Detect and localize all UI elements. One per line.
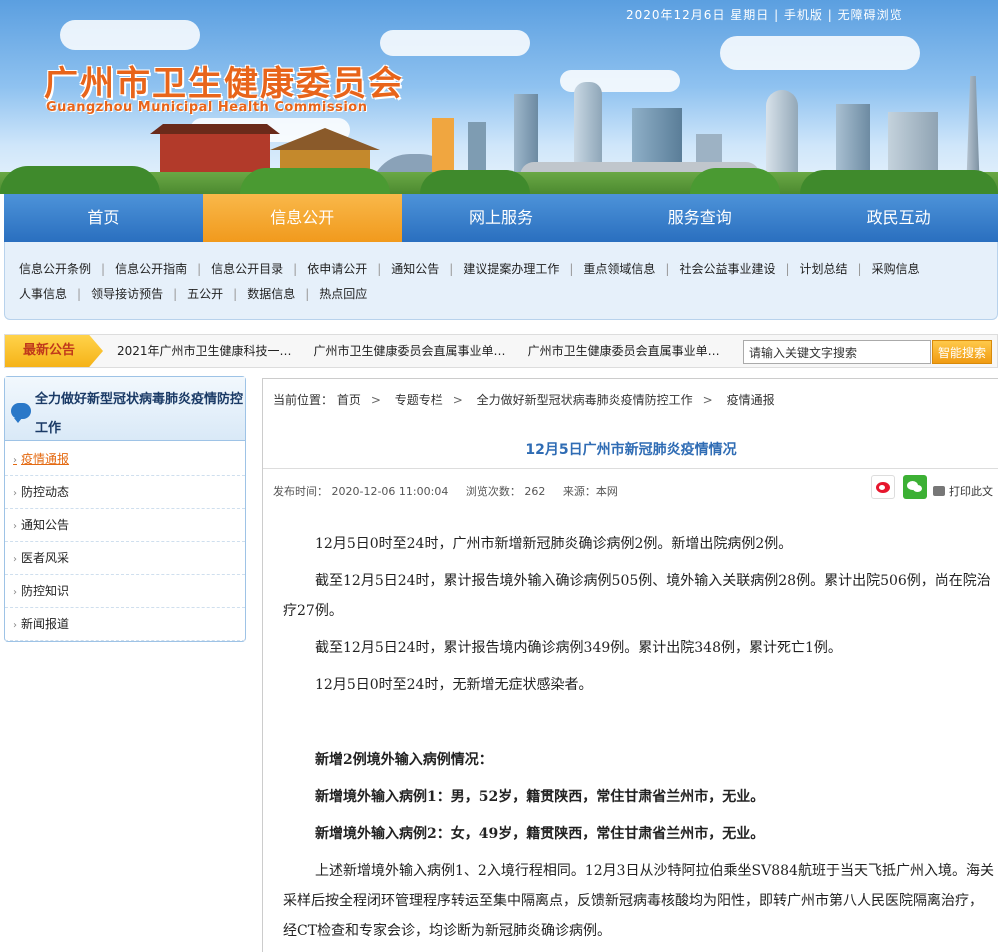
- sidebar-header: 全力做好新型冠状病毒肺炎疫情防控工作: [5, 377, 245, 441]
- article-paragraph: 新增2例境外输入病例情况：: [315, 752, 493, 768]
- subnav-link[interactable]: 计划总结: [800, 260, 848, 277]
- article-body: 12月5日0时至24时，广州市新增新冠肺炎确诊病例2例。新增出院病例2例。截至1…: [283, 529, 995, 952]
- subnav-link[interactable]: 数据信息: [247, 285, 295, 302]
- breadcrumb-link[interactable]: 专题专栏: [395, 393, 443, 407]
- page: { "header": { "date_text": "2020年12月6日 星…: [0, 0, 998, 952]
- cloud: [380, 30, 530, 56]
- view-count: 浏览次数： 262: [465, 485, 546, 498]
- search-button[interactable]: 智能搜索: [932, 340, 992, 364]
- cloud: [60, 20, 200, 50]
- article-title: 12月5日广州市新冠肺炎疫情情况: [525, 442, 737, 458]
- sidebar-item-news[interactable]: › 新闻报道: [5, 608, 245, 641]
- subnav-link[interactable]: 信息公开条例: [19, 260, 91, 277]
- sidebar-title: 全力做好新型冠状病毒肺炎疫情防控工作: [35, 392, 244, 436]
- breadcrumb-prefix: 当前位置：: [273, 393, 334, 407]
- chevron-right-icon: ›: [13, 620, 17, 631]
- sidebar-item-label: 通知公告: [21, 518, 70, 532]
- article-paragraph: 上述新增境外输入病例1、2入境行程相同。12月3日从沙特阿拉伯乘坐SV884航班…: [283, 863, 994, 939]
- subnav-row-2: 人事信息 | 领导接访预告 | 五公开 | 数据信息 | 热点回应: [19, 285, 368, 302]
- nav-info-public[interactable]: 信息公开: [202, 194, 402, 242]
- breadcrumb: 当前位置： 首页 > 专题专栏 > 全力做好新型冠状病毒肺炎疫情防控工作 > 疫情通报: [273, 393, 775, 407]
- chevron-right-icon: ›: [13, 521, 17, 532]
- breadcrumb-link[interactable]: 全力做好新型冠状病毒肺炎疫情防控工作: [477, 393, 693, 407]
- breadcrumb-link[interactable]: 首页: [337, 393, 361, 407]
- subnav-link[interactable]: 重点领域信息: [583, 260, 655, 277]
- sidebar-item-label: 新闻报道: [21, 617, 70, 631]
- city-skyline: [0, 74, 998, 194]
- sidebar-item-notices[interactable]: › 通知公告: [5, 509, 245, 542]
- sidebar-item-doctors[interactable]: › 医者风采: [5, 542, 245, 575]
- main-content: 当前位置： 首页 > 专题专栏 > 全力做好新型冠状病毒肺炎疫情防控工作 > 疫情通报…: [262, 378, 998, 952]
- subnav-link[interactable]: 人事信息: [19, 285, 67, 302]
- article-meta: 发布时间： 2020-12-06 11:00:04 浏览次数： 262 来源：本…: [273, 483, 632, 499]
- article-paragraph: 12月5日0时至24时，无新增无症状感染者。: [315, 677, 593, 693]
- chat-bubble-icon: [11, 403, 31, 423]
- search-input[interactable]: [743, 340, 931, 364]
- article-source: 来源：本网: [562, 485, 618, 498]
- notice-bar: 最新公告 2021年广州市卫生健康科技一… 广州市卫生健康委员会直属事业单… 广…: [4, 334, 998, 368]
- chevron-right-icon: ›: [13, 554, 17, 565]
- main-nav: 首页 信息公开 网上服务 服务查询 政民互动: [4, 194, 998, 242]
- nav-interaction[interactable]: 政民互动: [799, 194, 998, 242]
- sub-nav: 信息公开条例 | 信息公开指南 | 信息公开目录 | 依申请公开 | 通知公告 | 建议提…: [4, 242, 998, 320]
- subnav-link[interactable]: 建议提案办理工作: [463, 260, 559, 277]
- nav-online-service[interactable]: 网上服务: [402, 194, 601, 242]
- sidebar-item-label: 防控知识: [21, 584, 70, 598]
- notice-tag: 最新公告: [5, 335, 103, 367]
- subnav-link[interactable]: 热点回应: [319, 285, 367, 302]
- sidebar-item-epidemic-report[interactable]: › 疫情通报: [5, 443, 245, 476]
- subnav-link[interactable]: 社会公益事业建设: [679, 260, 775, 277]
- article-paragraph: 新增境外输入病例2：女，49岁，籍贯陕西，常住甘肃省兰州市，无业。: [315, 826, 765, 842]
- notice-item[interactable]: 2021年广州市卫生健康科技一…: [117, 335, 292, 367]
- header-banner: 2020年12月6日 星期日 | 手机版 | 无障碍浏览 广州市卫生健康委员会 …: [0, 0, 998, 194]
- printer-icon: [933, 486, 945, 496]
- cloud: [720, 36, 920, 70]
- subnav-link[interactable]: 五公开: [187, 285, 223, 302]
- print-label: 打印此文: [949, 485, 993, 498]
- sidebar-item-label: 疫情通报: [21, 452, 70, 466]
- article-paragraph: 新增境外输入病例1：男，52岁，籍贯陕西，常住甘肃省兰州市，无业。: [315, 789, 765, 805]
- subnav-row-1: 信息公开条例 | 信息公开指南 | 信息公开目录 | 依申请公开 | 通知公告 | 建议提…: [19, 260, 920, 277]
- article-paragraph: 12月5日0时至24时，广州市新增新冠肺炎确诊病例2例。新增出院病例2例。: [315, 536, 793, 552]
- nav-home[interactable]: 首页: [4, 194, 203, 242]
- header-date-links[interactable]: 2020年12月6日 星期日 | 手机版 | 无障碍浏览: [626, 6, 903, 23]
- print-button[interactable]: 打印此文: [933, 483, 993, 499]
- chevron-right-icon: ›: [13, 488, 17, 499]
- notice-item[interactable]: 广州市卫生健康委员会直属事业单…: [314, 335, 506, 367]
- notice-list: 2021年广州市卫生健康科技一… 广州市卫生健康委员会直属事业单… 广州市卫生健…: [117, 335, 742, 367]
- sidebar-item-label: 医者风采: [21, 551, 70, 565]
- weibo-share-icon[interactable]: [871, 475, 895, 499]
- breadcrumb-link[interactable]: 疫情通报: [727, 393, 775, 407]
- sidebar: 全力做好新型冠状病毒肺炎疫情防控工作 › 疫情通报 › 防控动态 › 通知公告 › 医者…: [4, 376, 246, 642]
- subnav-link[interactable]: 依申请公开: [307, 260, 367, 277]
- subnav-link[interactable]: 通知公告: [391, 260, 439, 277]
- article-paragraph: 截至12月5日24时，累计报告境内确诊病例349例。累计出院348例，累计死亡1…: [315, 640, 842, 656]
- nav-service-query[interactable]: 服务查询: [600, 194, 799, 242]
- sidebar-item-label: 防控动态: [21, 485, 70, 499]
- subnav-link[interactable]: 信息公开目录: [211, 260, 283, 277]
- chevron-right-icon: ›: [13, 455, 17, 466]
- sidebar-item-knowledge[interactable]: › 防控知识: [5, 575, 245, 608]
- article-paragraph: 截至12月5日24时，累计报告境外输入确诊病例505例、境外输入关联病例28例。…: [283, 573, 991, 619]
- subnav-link[interactable]: 信息公开指南: [115, 260, 187, 277]
- subnav-link[interactable]: 采购信息: [872, 260, 920, 277]
- sidebar-list: › 疫情通报 › 防控动态 › 通知公告 › 医者风采 › 防控知识 › 新闻报道: [5, 443, 245, 641]
- sidebar-item-control-news[interactable]: › 防控动态: [5, 476, 245, 509]
- wechat-share-icon[interactable]: [903, 475, 927, 499]
- chevron-right-icon: ›: [13, 587, 17, 598]
- notice-item[interactable]: 广州市卫生健康委员会直属事业单…: [528, 335, 720, 367]
- subnav-link[interactable]: 领导接访预告: [91, 285, 163, 302]
- publish-time: 发布时间： 2020-12-06 11:00:04: [273, 485, 449, 498]
- divider: [263, 468, 998, 469]
